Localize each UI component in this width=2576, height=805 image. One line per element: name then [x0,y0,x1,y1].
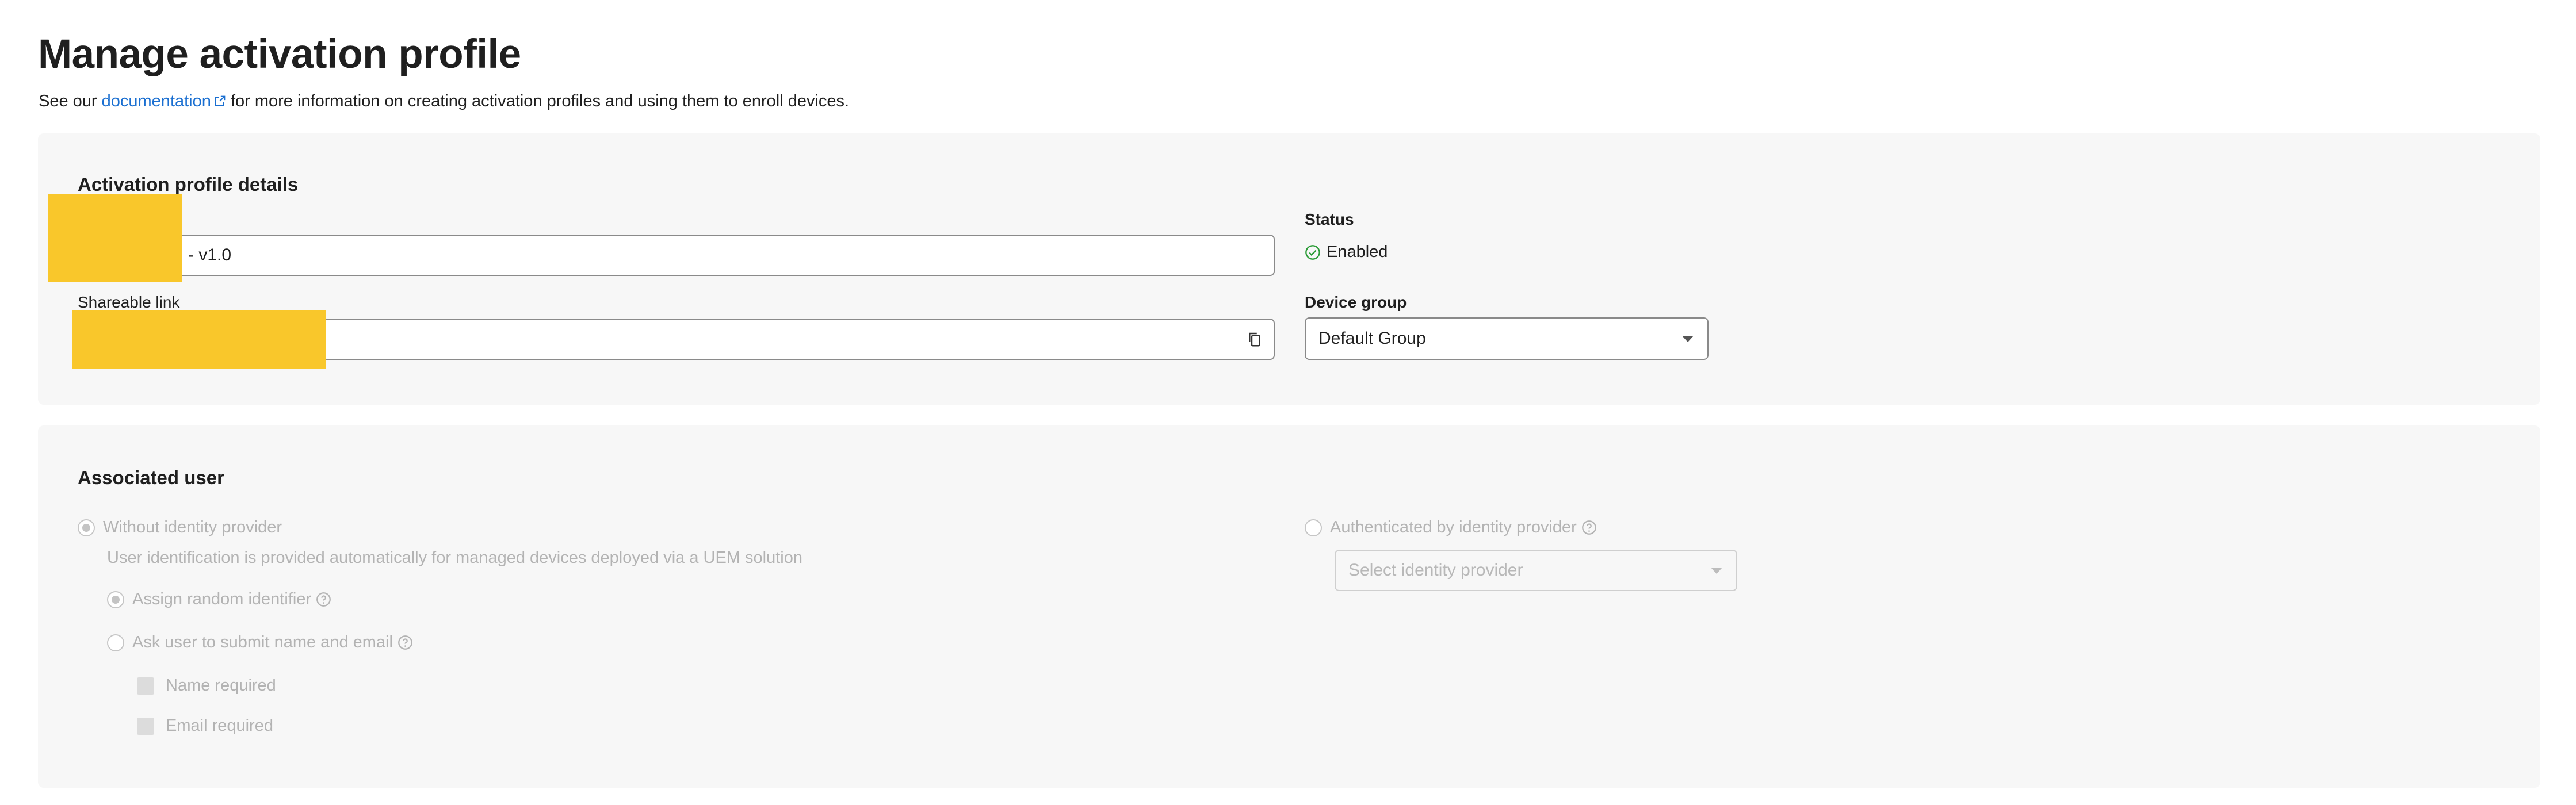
without-idp-label: Without identity provider [103,518,282,536]
help-icon[interactable] [398,635,413,650]
redacted-block [48,194,182,282]
intro-text: See our documentation for more informati… [39,92,849,111]
assign-random-radio-option[interactable]: Assign random identifier [107,590,331,609]
intro-prefix: See our [39,92,102,110]
email-required-checkbox[interactable] [137,717,154,735]
section-title-associated-user: Associated user [78,467,224,488]
documentation-link-text[interactable]: documentation [102,92,211,110]
associated-user-card: Associated user Without identity provide… [38,425,2540,788]
ask-user-radio[interactable] [107,634,124,651]
auth-idp-label: Authenticated by identity provider [1330,518,1577,536]
status-text: Enabled [1327,243,1388,261]
intro-suffix: for more information on creating activat… [226,92,850,110]
name-required-label: Name required [166,676,276,695]
copy-icon[interactable] [1246,331,1263,348]
activation-profile-details-card: Activation profile details - v1.0 Sharea… [38,133,2540,405]
profile-name-value: - v1.0 [188,246,232,264]
shareable-link-label: Shareable link [78,293,180,311]
auth-idp-radio[interactable] [1305,519,1322,536]
email-required-checkbox-option[interactable]: Email required [137,716,273,735]
assign-random-radio[interactable] [107,591,124,608]
identity-provider-placeholder: Select identity provider [1348,561,1523,580]
device-group-label: Device group [1305,293,1407,311]
check-circle-icon [1305,244,1320,260]
page-title: Manage activation profile [38,32,521,77]
help-icon[interactable] [316,592,331,607]
name-required-checkbox[interactable] [137,677,154,695]
redacted-block [72,310,326,369]
chevron-down-icon [1711,568,1722,574]
external-link-icon[interactable] [213,95,226,108]
status-label: Status [1305,210,1354,228]
profile-name-input[interactable]: - v1.0 [78,235,1275,276]
ask-user-radio-option[interactable]: Ask user to submit name and email [107,633,413,652]
without-idp-radio-option[interactable]: Without identity provider [78,518,282,537]
status-value: Enabled [1305,243,1388,262]
ask-user-label: Ask user to submit name and email [132,633,393,651]
without-idp-radio[interactable] [78,519,95,536]
chevron-down-icon [1682,336,1694,342]
identity-provider-select[interactable]: Select identity provider [1335,550,1737,591]
name-required-checkbox-option[interactable]: Name required [137,676,276,695]
email-required-label: Email required [166,716,273,735]
without-idp-hint: User identification is provided automati… [107,549,802,567]
help-icon[interactable] [1581,520,1597,535]
device-group-value: Default Group [1318,329,1426,348]
assign-random-label: Assign random identifier [132,590,312,608]
device-group-select[interactable]: Default Group [1305,317,1709,360]
section-title-details: Activation profile details [78,174,299,195]
auth-idp-radio-option[interactable]: Authenticated by identity provider [1305,518,1597,537]
documentation-link[interactable]: documentation [102,92,226,110]
